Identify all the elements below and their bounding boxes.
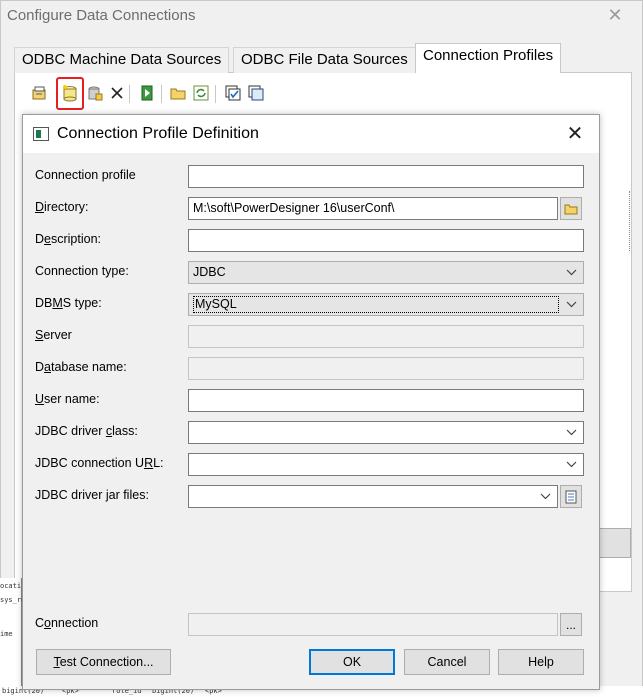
toolbar-separator — [129, 85, 130, 103]
add-profile-icon[interactable] — [85, 83, 105, 103]
tab-connection-profiles[interactable]: Connection Profiles — [415, 43, 562, 73]
check-all-icon[interactable] — [223, 83, 243, 103]
connection-profile-definition-dialog: Connection Profile Definition ✕ Connecti… — [22, 114, 600, 690]
background-label: ime — [0, 630, 13, 638]
properties-icon[interactable] — [29, 83, 49, 103]
directory-input[interactable]: M:\soft\PowerDesigner 16\userConf\ — [188, 197, 558, 220]
chevron-down-icon[interactable] — [566, 454, 577, 468]
directory-label: Directory: — [35, 200, 89, 214]
help-button[interactable]: Help — [498, 649, 584, 675]
connection-type-select[interactable]: JDBC — [188, 261, 584, 284]
connection-type-label: Connection type: — [35, 264, 129, 278]
user-name-input[interactable] — [188, 389, 584, 412]
tab-odbc-file-data-sources[interactable]: ODBC File Data Sources — [233, 47, 416, 73]
jdbc-driver-jar-files-combo[interactable] — [188, 485, 558, 508]
new-profile-icon[interactable] — [60, 83, 80, 103]
chevron-down-icon — [566, 294, 577, 308]
chevron-down-icon[interactable] — [540, 486, 551, 500]
dialog-app-icon — [33, 127, 49, 141]
background-diagram-side: ocati sys_ro ime — [0, 578, 25, 697]
dbms-type-value: MySQL — [193, 296, 559, 313]
jdbc-connection-url-combo[interactable] — [188, 453, 584, 476]
user-name-label: User name: — [35, 392, 100, 406]
server-label: Server — [35, 328, 72, 342]
description-input[interactable] — [188, 229, 584, 252]
uncheck-all-icon[interactable] — [246, 83, 266, 103]
connection-profile-label: Connection profile — [35, 168, 136, 182]
test-connection-button[interactable]: Test Connection... — [36, 649, 171, 675]
dialog-title: Connection Profile Definition — [57, 125, 259, 142]
toolbar-separator — [215, 85, 216, 103]
jdbc-driver-class-combo[interactable] — [188, 421, 584, 444]
delete-icon[interactable] — [107, 83, 127, 103]
jdbc-driver-jar-files-label: JDBC driver jar files: — [35, 488, 149, 502]
database-name-label: Database name: — [35, 360, 127, 374]
document-list-icon — [565, 490, 577, 503]
folder-icon — [564, 204, 578, 214]
connection-label: Connection — [35, 616, 99, 630]
browse-directory-button[interactable] — [560, 197, 582, 220]
description-label: Description: — [35, 232, 102, 246]
dbms-type-label: DBMS type: — [35, 296, 102, 310]
connection-input — [188, 613, 558, 636]
close-icon[interactable]: ✕ — [605, 5, 625, 25]
connection-ellipsis-button[interactable]: ... — [560, 613, 582, 636]
jdbc-connection-url-label: JDBC connection URL: — [35, 456, 164, 470]
ok-button[interactable]: OK — [309, 649, 395, 675]
window-title: Configure Data Connections — [7, 7, 196, 24]
jdbc-driver-class-label: JDBC driver class: — [35, 424, 138, 438]
dbms-type-select[interactable]: MySQL — [188, 293, 584, 316]
connection-profile-input[interactable] — [188, 165, 584, 188]
server-input — [188, 325, 584, 348]
test-connection-icon[interactable] — [137, 83, 157, 103]
background-label: ocati — [0, 582, 22, 590]
chevron-down-icon[interactable] — [566, 422, 577, 436]
chevron-down-icon — [566, 262, 577, 276]
background-window-edge — [629, 191, 643, 251]
dialog-titlebar: Connection Profile Definition ✕ — [23, 115, 599, 153]
open-folder-icon[interactable] — [168, 83, 188, 103]
database-name-input — [188, 357, 584, 380]
tab-odbc-machine-data-sources[interactable]: ODBC Machine Data Sources — [14, 47, 230, 73]
outer-dialog-button[interactable] — [598, 528, 631, 558]
toolbar-separator — [161, 85, 162, 103]
connection-type-value: JDBC — [193, 265, 226, 279]
close-icon[interactable]: ✕ — [563, 123, 587, 145]
cancel-button[interactable]: Cancel — [404, 649, 490, 675]
refresh-icon[interactable] — [191, 83, 211, 103]
browse-jar-files-button[interactable] — [560, 485, 582, 508]
